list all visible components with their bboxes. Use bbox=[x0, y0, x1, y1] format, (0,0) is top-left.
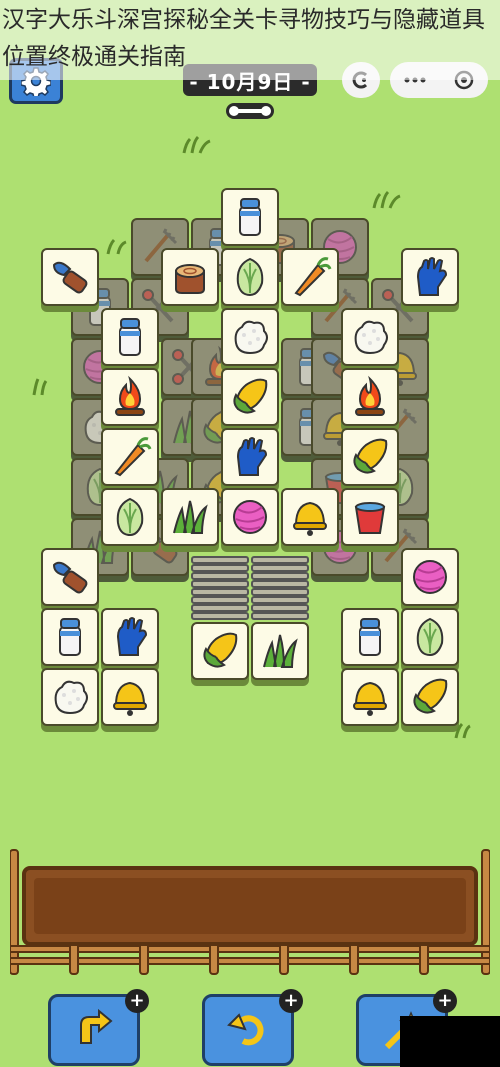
tile-stack-layer bbox=[251, 612, 309, 620]
grass-icon bbox=[168, 495, 212, 539]
tile-stack-layer bbox=[191, 572, 249, 580]
tile-stack-layer bbox=[251, 604, 309, 612]
bone-icon bbox=[226, 103, 274, 119]
carrot-icon bbox=[288, 255, 332, 299]
yarn-icon bbox=[228, 495, 272, 539]
tile-stack-layer bbox=[191, 612, 249, 620]
shuffle-button[interactable]: + bbox=[48, 989, 149, 1066]
milk-icon bbox=[228, 195, 272, 239]
corn-icon bbox=[408, 675, 452, 719]
bell-icon bbox=[288, 495, 332, 539]
cabbage-icon bbox=[108, 495, 152, 539]
rice-icon bbox=[348, 315, 392, 359]
glove-icon bbox=[228, 435, 272, 479]
title-overlay: 汉字大乐斗深宫探秘全关卡寻物技巧与隐藏道具位置终极通关指南 bbox=[0, 0, 500, 80]
rice-tile[interactable] bbox=[221, 308, 279, 366]
milk-icon bbox=[48, 615, 92, 659]
brush-tile[interactable] bbox=[41, 248, 99, 306]
tile-stack-layer bbox=[191, 596, 249, 604]
brush-icon bbox=[48, 255, 92, 299]
milk-icon bbox=[348, 615, 392, 659]
yarn-tile[interactable] bbox=[221, 488, 279, 546]
tile-stack-layer bbox=[251, 564, 309, 572]
campfire-tile[interactable] bbox=[341, 368, 399, 426]
corn-tile[interactable] bbox=[221, 368, 279, 426]
carrot-icon bbox=[108, 435, 152, 479]
shuffle-icon bbox=[80, 1008, 113, 1044]
milk-tile[interactable] bbox=[41, 608, 99, 666]
corn-icon bbox=[198, 629, 242, 673]
glove-tile[interactable] bbox=[401, 248, 459, 306]
match-tray bbox=[22, 866, 478, 946]
cabbage-icon bbox=[408, 615, 452, 659]
yarn-icon bbox=[408, 555, 452, 599]
black-overlay-block bbox=[400, 1016, 500, 1067]
cabbage-tile[interactable] bbox=[221, 248, 279, 306]
undo-plus-badge: + bbox=[279, 989, 303, 1013]
corn-tile[interactable] bbox=[401, 668, 459, 726]
corn-icon bbox=[348, 435, 392, 479]
grass-icon bbox=[258, 629, 302, 673]
grass-decoration bbox=[372, 190, 401, 209]
grass-decoration bbox=[106, 238, 127, 255]
bell-tile[interactable] bbox=[101, 668, 159, 726]
grass-tile[interactable] bbox=[251, 622, 309, 680]
grass-decoration bbox=[182, 135, 211, 154]
carrot-tile[interactable] bbox=[101, 428, 159, 486]
tile-stack-layer bbox=[191, 604, 249, 612]
bell-icon bbox=[348, 675, 392, 719]
milk-tile[interactable] bbox=[341, 608, 399, 666]
rice-tile[interactable] bbox=[341, 308, 399, 366]
undo-icon bbox=[227, 1013, 264, 1046]
brush-tile[interactable] bbox=[41, 548, 99, 606]
tile-stack-layer bbox=[191, 580, 249, 588]
stump-icon bbox=[168, 255, 212, 299]
corn-tile[interactable] bbox=[341, 428, 399, 486]
tile-stack-layer bbox=[251, 596, 309, 604]
milk-icon bbox=[108, 315, 152, 359]
bell-tile[interactable] bbox=[341, 668, 399, 726]
stump-tile[interactable] bbox=[161, 248, 219, 306]
tile-stack-layer bbox=[251, 588, 309, 596]
tile-stack-layer bbox=[191, 564, 249, 572]
undo-button[interactable]: + bbox=[202, 989, 303, 1066]
grass-decoration bbox=[454, 722, 471, 739]
tile-stack-layer bbox=[191, 588, 249, 596]
cabbage-icon bbox=[228, 255, 272, 299]
overlay-title-text: 汉字大乐斗深宫探秘全关卡寻物技巧与隐藏道具位置终极通关指南 bbox=[2, 7, 485, 70]
bell-tile[interactable] bbox=[281, 488, 339, 546]
tray-slots bbox=[34, 878, 466, 934]
yarn-tile[interactable] bbox=[401, 548, 459, 606]
cabbage-tile[interactable] bbox=[101, 488, 159, 546]
milk-tile[interactable] bbox=[221, 188, 279, 246]
tile-stack-layer bbox=[191, 556, 249, 564]
tile-stack-layer bbox=[251, 572, 309, 580]
bucket-tile[interactable] bbox=[341, 488, 399, 546]
shuffle-plus-badge: + bbox=[125, 989, 149, 1013]
tile-stack-layer bbox=[251, 580, 309, 588]
magic-plus-badge: + bbox=[433, 989, 457, 1013]
grass-tile[interactable] bbox=[161, 488, 219, 546]
rice-icon bbox=[48, 675, 92, 719]
rice-tile[interactable] bbox=[41, 668, 99, 726]
campfire-icon bbox=[108, 375, 152, 419]
campfire-tile[interactable] bbox=[101, 368, 159, 426]
glove-tile[interactable] bbox=[221, 428, 279, 486]
glove-tile[interactable] bbox=[101, 608, 159, 666]
campfire-icon bbox=[348, 375, 392, 419]
glove-icon bbox=[108, 615, 152, 659]
milk-tile[interactable] bbox=[101, 308, 159, 366]
carrot-tile[interactable] bbox=[281, 248, 339, 306]
rice-icon bbox=[228, 315, 272, 359]
corn-icon bbox=[228, 375, 272, 419]
corn-tile[interactable] bbox=[191, 622, 249, 680]
bell-icon bbox=[108, 675, 152, 719]
grass-decoration bbox=[32, 378, 48, 396]
brush-icon bbox=[48, 555, 92, 599]
glove-icon bbox=[408, 255, 452, 299]
tile-stack-layer bbox=[251, 556, 309, 564]
cabbage-tile[interactable] bbox=[401, 608, 459, 666]
bucket-icon bbox=[348, 495, 392, 539]
